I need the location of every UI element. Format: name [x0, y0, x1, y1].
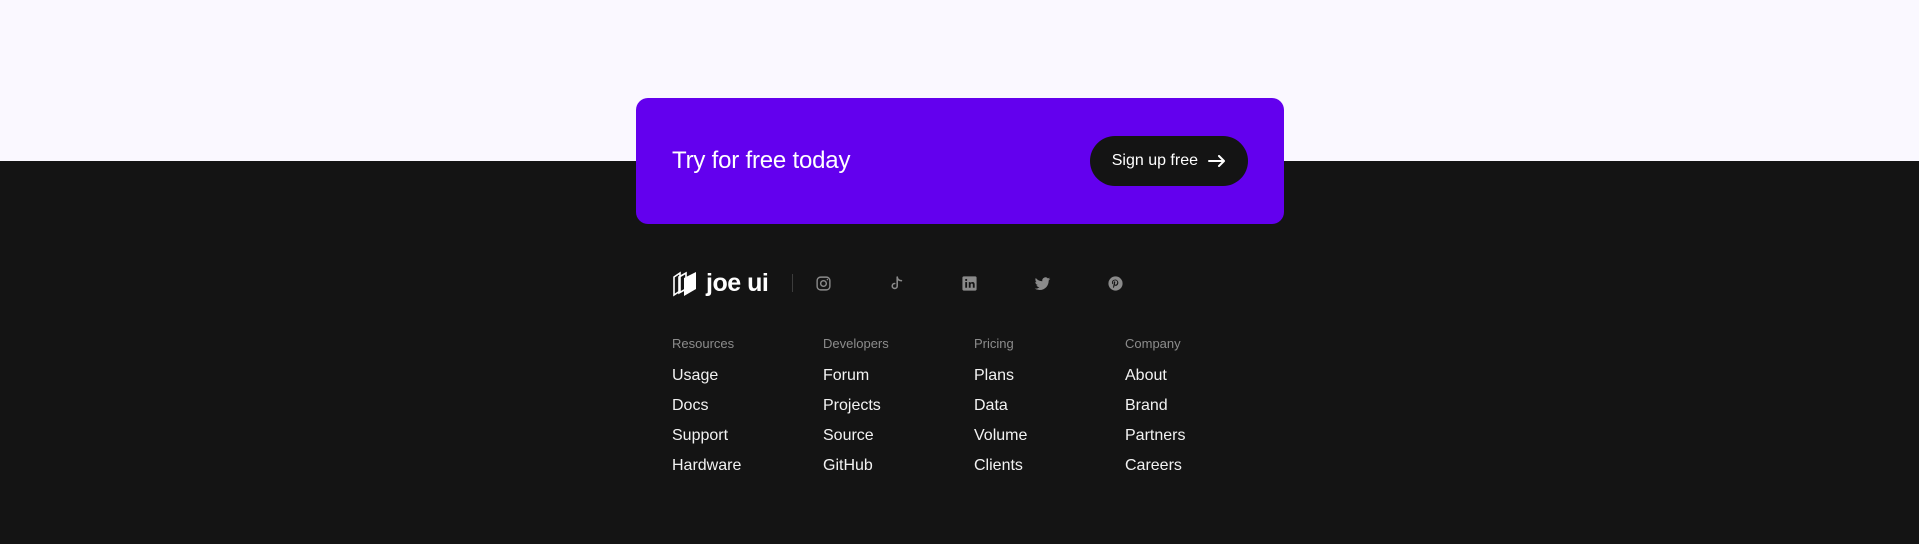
footer-link[interactable]: GitHub: [823, 454, 974, 484]
footer-link[interactable]: Clients: [974, 454, 1125, 484]
footer-link[interactable]: Brand: [1125, 394, 1276, 424]
footer-link[interactable]: Usage: [672, 364, 823, 394]
footer-column-developers: Developers Forum Projects Source GitHub: [823, 336, 974, 484]
footer-column-pricing: Pricing Plans Data Volume Clients: [974, 336, 1125, 484]
footer-link[interactable]: Support: [672, 424, 823, 454]
pinterest-icon[interactable]: [1107, 275, 1124, 292]
footer-column-company: Company About Brand Partners Careers: [1125, 336, 1276, 484]
column-title: Company: [1125, 336, 1181, 351]
footer-link[interactable]: Plans: [974, 364, 1125, 394]
footer-link-columns: Resources Usage Docs Support Hardware De…: [672, 336, 1276, 484]
footer-link[interactable]: Volume: [974, 424, 1125, 454]
instagram-icon[interactable]: [815, 275, 832, 292]
sign-up-label: Sign up free: [1111, 152, 1198, 169]
footer-link[interactable]: Projects: [823, 394, 974, 424]
arrow-right-icon: [1208, 155, 1225, 167]
social-links: [815, 275, 1124, 292]
footer-link[interactable]: Hardware: [672, 454, 823, 484]
footer-link[interactable]: Careers: [1125, 454, 1276, 484]
divider: [792, 274, 794, 292]
footer-link[interactable]: Data: [974, 394, 1125, 424]
footer-link[interactable]: Source: [823, 424, 974, 454]
twitter-icon[interactable]: [1034, 275, 1051, 292]
cta-title: Try for free today: [672, 147, 851, 174]
footer-brand-row: joe ui: [672, 268, 1124, 298]
logo-icon: [673, 271, 696, 297]
footer-link[interactable]: Partners: [1125, 424, 1276, 454]
linkedin-icon[interactable]: [961, 275, 978, 292]
cta-banner: Try for free today Sign up free: [636, 98, 1284, 224]
tiktok-icon[interactable]: [888, 275, 905, 292]
column-title: Pricing: [974, 336, 1014, 351]
brand-name: joe ui: [706, 268, 769, 297]
logo[interactable]: joe ui: [672, 268, 769, 298]
footer-column-resources: Resources Usage Docs Support Hardware: [672, 336, 823, 484]
footer-link[interactable]: About: [1125, 364, 1276, 394]
sign-up-button[interactable]: Sign up free: [1089, 136, 1248, 186]
footer-link[interactable]: Forum: [823, 364, 974, 394]
footer-link[interactable]: Docs: [672, 394, 823, 424]
column-title: Developers: [823, 336, 889, 351]
column-title: Resources: [672, 336, 735, 351]
